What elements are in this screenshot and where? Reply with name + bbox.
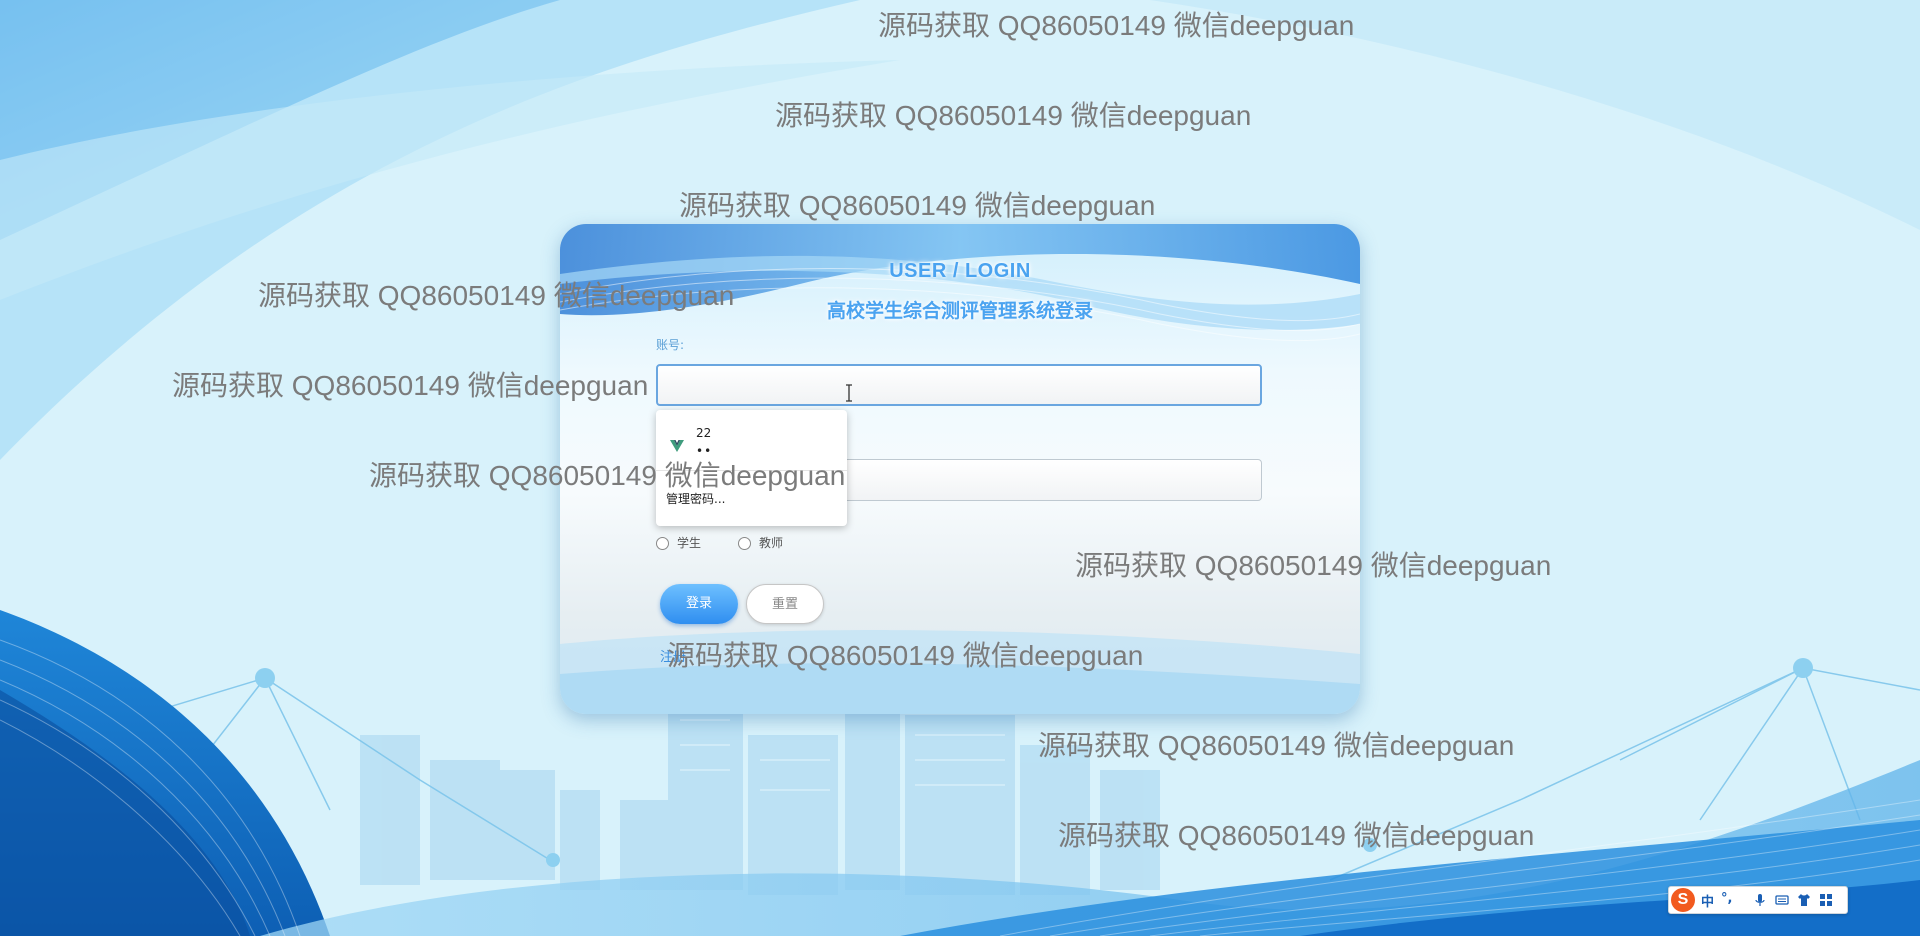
watermark-text: 源码获取 QQ86050149 微信deepguan — [1038, 730, 1515, 761]
radio-circle-icon[interactable] — [738, 537, 751, 550]
radio-circle-icon[interactable] — [656, 537, 669, 550]
watermark-text: 源码获取 QQ86050149 微信deepguan — [369, 460, 846, 491]
watermark-text: 源码获取 QQ86050149 微信deepguan — [775, 100, 1252, 131]
skin-shirt-icon[interactable] — [1797, 893, 1811, 907]
account-input[interactable] — [656, 364, 1262, 406]
ime-toolbar[interactable]: S 中 °, — [1668, 886, 1848, 914]
saved-username: 22 — [696, 426, 712, 440]
watermark-text: 源码获取 QQ86050149 微信deepguan — [1058, 820, 1535, 851]
login-button[interactable]: 登录 — [660, 584, 738, 624]
ime-mode-toggle[interactable]: 中 — [1701, 891, 1714, 910]
watermark-text: 源码获取 QQ86050149 微信deepguan — [878, 10, 1355, 41]
watermark-text: 源码获取 QQ86050149 微信deepguan — [172, 370, 649, 401]
watermark-text: 源码获取 QQ86050149 微信deepguan — [667, 640, 1144, 671]
watermark-text: 源码获取 QQ86050149 微信deepguan — [1075, 550, 1552, 581]
watermark-text: 源码获取 QQ86050149 微信deepguan — [258, 280, 735, 311]
ime-punct-toggle[interactable]: °, — [1721, 891, 1732, 906]
keyboard-icon[interactable] — [1775, 893, 1789, 907]
key-icon — [670, 440, 684, 452]
toolbox-grid-icon[interactable] — [1819, 893, 1833, 907]
text-cursor-icon — [846, 384, 852, 402]
role-teacher-label: 教师 — [759, 536, 784, 550]
account-label: 账号: — [656, 338, 685, 352]
role-student-radio[interactable]: 学生 — [656, 534, 701, 551]
microphone-icon[interactable] — [1753, 893, 1767, 907]
reset-button[interactable]: 重置 — [746, 584, 824, 624]
ime-logo-icon[interactable]: S — [1671, 888, 1695, 912]
watermark-text: 源码获取 QQ86050149 微信deepguan — [679, 190, 1156, 221]
role-teacher-radio[interactable]: 教师 — [738, 534, 783, 551]
role-student-label: 学生 — [677, 536, 702, 550]
